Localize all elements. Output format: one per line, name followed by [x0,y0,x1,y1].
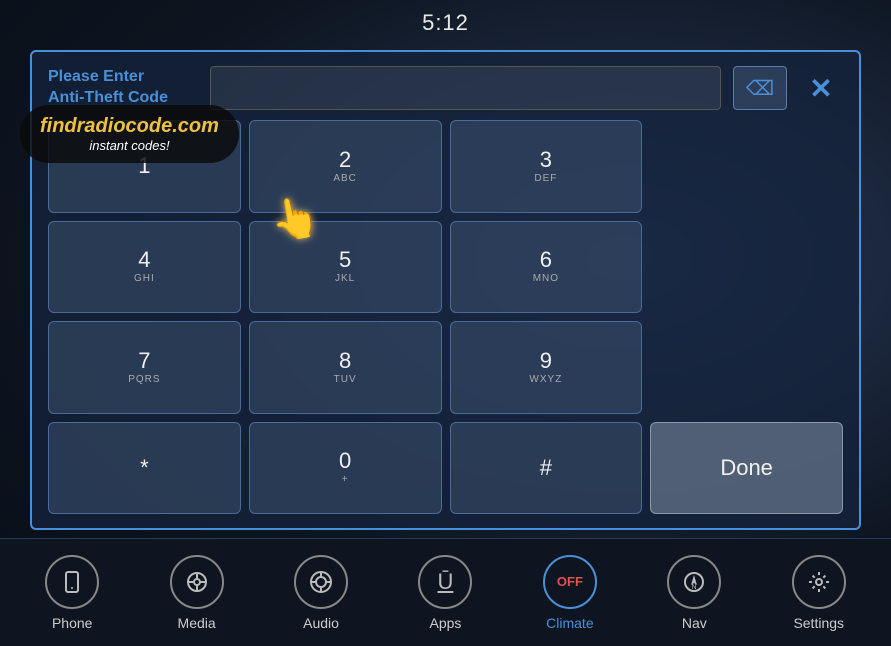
watermark-tagline: instant codes! [40,138,219,153]
time-display: 5:12 [0,0,891,42]
nav-audio-label: Audio [303,615,339,631]
nav-settings-label: Settings [793,615,844,631]
media-icon [170,555,224,609]
climate-off-label: OFF [557,574,583,590]
key-empty-1 [650,120,843,213]
audio-icon [294,555,348,609]
nav-media[interactable]: Media [152,555,242,631]
watermark-overlay: findradiocode.com instant codes! [20,105,239,163]
nav-climate[interactable]: OFF Climate [525,555,615,631]
key-3[interactable]: 3 DEF [450,120,643,213]
nav-audio[interactable]: Audio [276,555,366,631]
key-star[interactable]: * [48,422,241,515]
key-8[interactable]: 8 TUV [249,321,442,414]
watermark-url: findradiocode.com [40,115,219,138]
nav-media-label: Media [178,615,216,631]
key-0[interactable]: 0 + [249,422,442,515]
close-icon: ✕ [809,72,832,105]
input-row: Please Enter Anti-Theft Code ⌫ ✕ [48,66,843,110]
nav-nav[interactable]: N Nav [649,555,739,631]
phone-icon [45,555,99,609]
apps-icon: Ū [418,555,472,609]
key-hash[interactable]: # [450,422,643,515]
key-9[interactable]: 9 WXYZ [450,321,643,414]
key-empty-2 [650,221,843,314]
backspace-button[interactable]: ⌫ [733,66,787,110]
nav-apps[interactable]: Ū Apps [400,555,490,631]
key-4[interactable]: 4 GHI [48,221,241,314]
hand-cursor-icon: 👆 [266,191,323,246]
backspace-icon: ⌫ [746,76,774,101]
nav-nav-label: Nav [682,615,707,631]
key-6[interactable]: 6 MNO [450,221,643,314]
key-empty-3 [650,321,843,414]
navigation-icon: N [667,555,721,609]
settings-icon [792,555,846,609]
key-7[interactable]: 7 PQRS [48,321,241,414]
nav-apps-label: Apps [430,615,462,631]
nav-climate-label: Climate [546,615,593,631]
code-input[interactable] [210,66,721,110]
done-button[interactable]: Done [650,422,843,515]
close-button[interactable]: ✕ [799,66,843,110]
nav-phone-label: Phone [52,615,92,631]
climate-icon: OFF [543,555,597,609]
nav-settings[interactable]: Settings [774,555,864,631]
nav-bar: Phone Media [0,538,891,646]
nav-phone[interactable]: Phone [27,555,117,631]
prompt-label: Please Enter Anti-Theft Code [48,67,198,109]
svg-text:N: N [692,584,697,591]
keypad-grid: 1 2 ABC 3 DEF 4 GHI 5 JKL [48,120,843,514]
